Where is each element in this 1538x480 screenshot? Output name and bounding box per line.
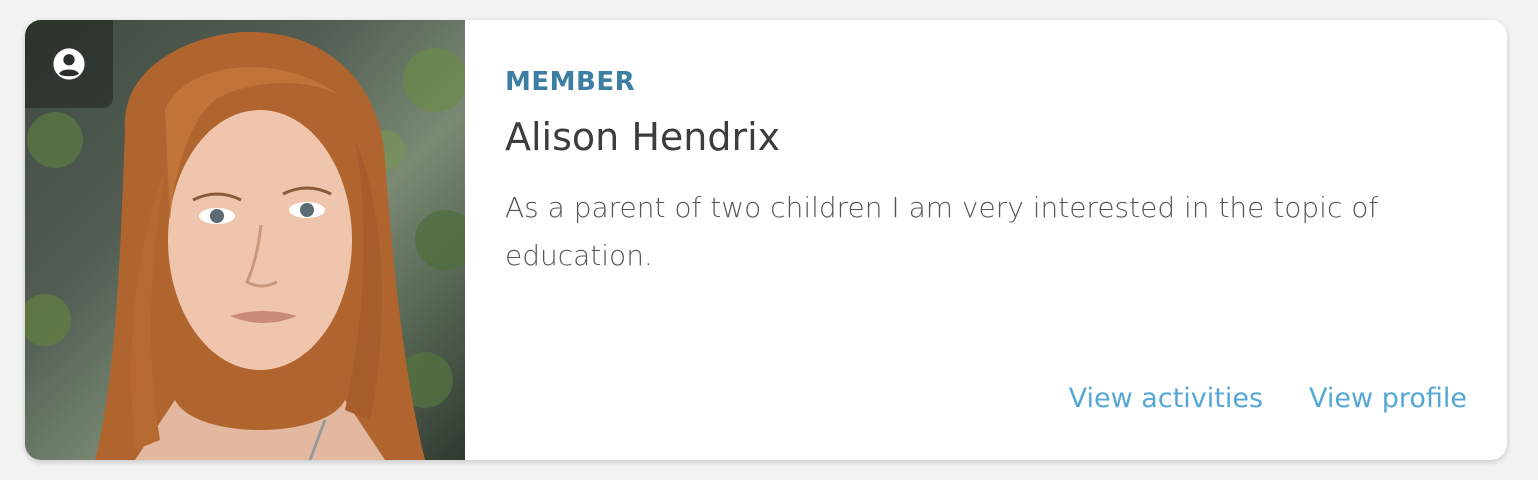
member-name: Alison Hendrix: [505, 115, 781, 159]
member-card: MEMBER Alison Hendrix As a parent of two…: [25, 20, 1507, 460]
member-photo: [25, 20, 465, 460]
role-badge: [25, 20, 113, 108]
member-role: MEMBER: [505, 67, 636, 97]
member-bio: As a parent of two children I am very in…: [505, 191, 1379, 272]
member-info: MEMBER Alison Hendrix As a parent of two…: [465, 20, 1507, 460]
user-circle-icon: [53, 48, 85, 80]
view-profile-link[interactable]: View profile: [1309, 382, 1467, 416]
card-actions: View activities View profile: [1069, 382, 1467, 416]
view-activities-link[interactable]: View activities: [1069, 382, 1263, 416]
